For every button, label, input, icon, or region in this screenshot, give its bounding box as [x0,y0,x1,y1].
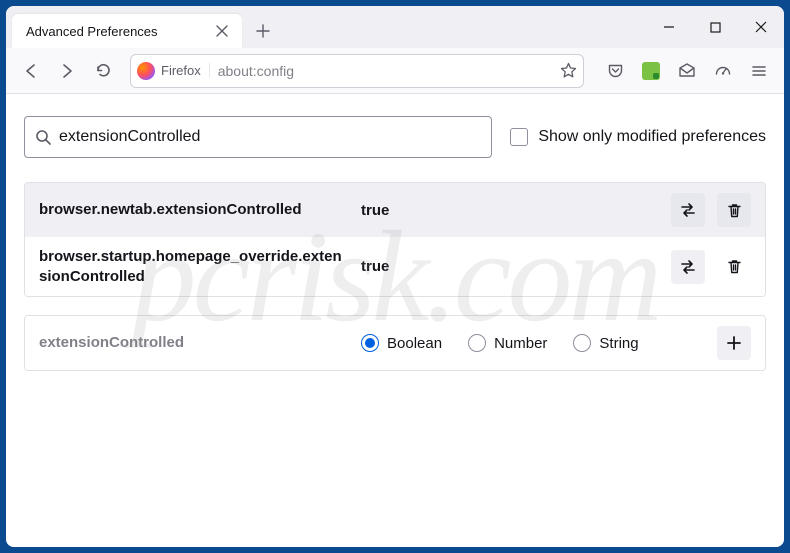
reload-button[interactable] [86,54,120,88]
inbox-icon[interactable] [670,54,704,88]
tab-advanced-preferences[interactable]: Advanced Preferences [12,14,242,48]
add-preference-button[interactable] [717,326,751,360]
radio-label: Boolean [387,335,442,352]
maximize-button[interactable] [692,6,738,48]
firefox-logo-icon [137,62,155,80]
url-bar[interactable]: Firefox about:config [130,54,584,88]
preference-search-input[interactable] [59,128,481,146]
new-preference-name: extensionControlled [39,333,349,353]
radio-boolean[interactable]: Boolean [361,334,442,352]
preference-search[interactable] [24,116,492,158]
plus-icon [726,335,742,351]
delete-button[interactable] [717,193,751,227]
checkbox-box [510,128,528,146]
trash-icon [726,258,743,275]
radio-circle [573,334,591,352]
radio-label: Number [494,335,547,352]
radio-circle [468,334,486,352]
preferences-table: browser.newtab.extensionControlled true … [24,182,766,297]
toolbar: Firefox about:config [6,48,784,94]
about-config-content: Show only modified preferences browser.n… [6,94,784,547]
identity-label: Firefox [161,63,210,78]
bookmark-star-icon[interactable] [560,62,577,79]
show-modified-label: Show only modified preferences [538,128,766,146]
radio-circle [361,334,379,352]
back-button[interactable] [14,54,48,88]
menu-button[interactable] [742,54,776,88]
preference-value: true [361,258,659,275]
preference-name: browser.startup.homepage_override.extens… [39,247,349,286]
toggle-button[interactable] [671,250,705,284]
url-text: about:config [218,63,560,79]
titlebar: Advanced Preferences [6,6,784,48]
toggle-icon [679,258,697,276]
forward-button[interactable] [50,54,84,88]
close-window-button[interactable] [738,6,784,48]
tab-title: Advanced Preferences [26,24,212,39]
minimize-button[interactable] [646,6,692,48]
dashboard-icon[interactable] [706,54,740,88]
new-tab-button[interactable] [248,16,278,46]
preference-value: true [361,202,659,219]
preference-row: browser.newtab.extensionControlled true [25,183,765,237]
search-icon [35,129,51,145]
radio-string[interactable]: String [573,334,638,352]
radio-label: String [599,335,638,352]
browser-window: Advanced Preferences [6,6,784,547]
toggle-button[interactable] [671,193,705,227]
radio-number[interactable]: Number [468,334,547,352]
type-radio-group: Boolean Number String [361,334,705,352]
window-controls [646,6,784,48]
new-preference-row: extensionControlled Boolean Number Strin… [24,315,766,371]
close-tab-button[interactable] [212,21,232,41]
show-modified-checkbox[interactable]: Show only modified preferences [510,128,766,146]
preference-name: browser.newtab.extensionControlled [39,200,349,220]
trash-icon [726,202,743,219]
delete-button[interactable] [717,250,751,284]
extension-icon[interactable] [634,54,668,88]
toggle-icon [679,201,697,219]
pocket-icon[interactable] [598,54,632,88]
preference-row: browser.startup.homepage_override.extens… [25,237,765,296]
